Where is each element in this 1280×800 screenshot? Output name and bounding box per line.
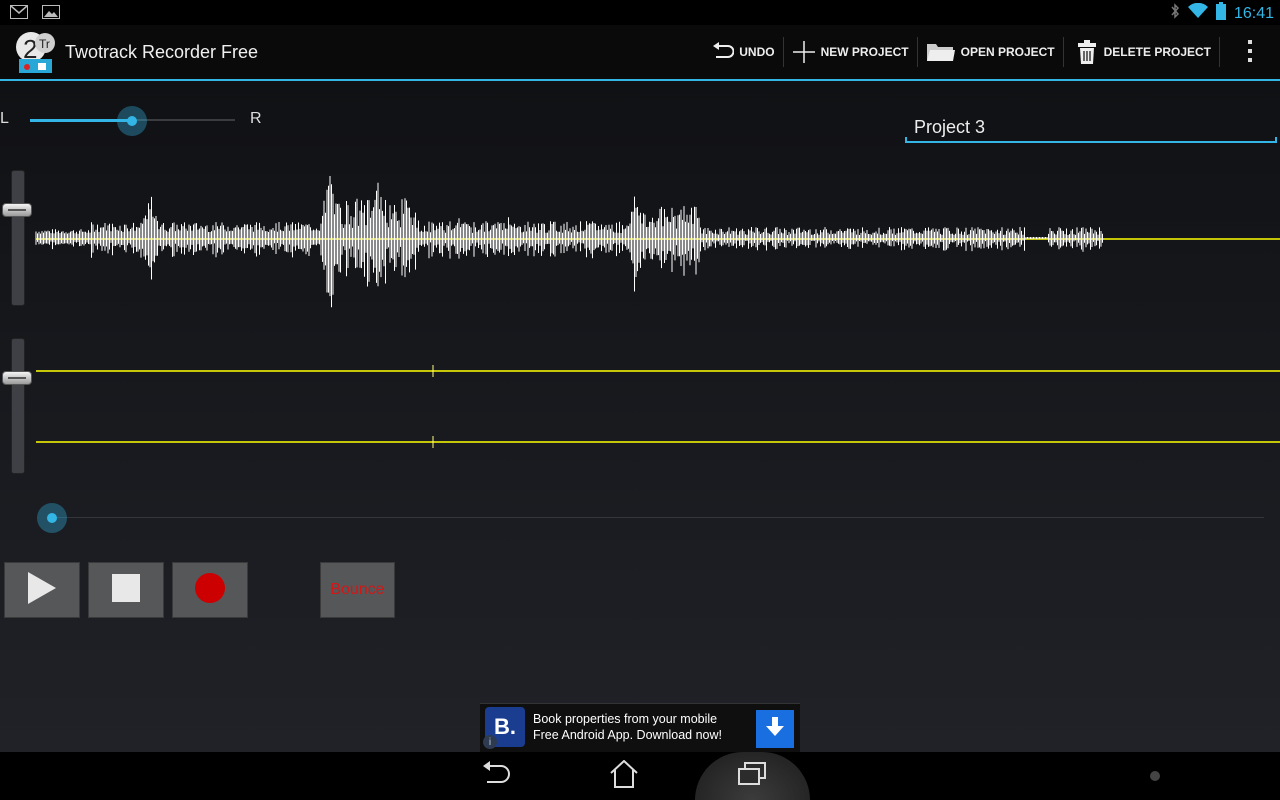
stop-icon xyxy=(112,573,140,607)
status-clock: 16:41 xyxy=(1233,4,1274,22)
download-arrow-icon xyxy=(766,716,784,742)
ad-text: Book properties from your mobile Free An… xyxy=(533,711,722,743)
back-button[interactable] xyxy=(456,752,536,800)
back-icon xyxy=(481,760,511,792)
home-button[interactable] xyxy=(584,752,664,800)
app-title: Twotrack Recorder Free xyxy=(65,42,259,62)
action-bar: 2 Tr Twotrack Recorder Free UNDO NEW PRO… xyxy=(0,25,1280,81)
undo-label: UNDO xyxy=(739,45,775,59)
home-icon xyxy=(609,759,639,793)
waveform-path xyxy=(35,176,1103,308)
playhead-slider-track[interactable] xyxy=(52,517,1264,518)
record-icon xyxy=(194,572,226,609)
menu-dot-icon[interactable] xyxy=(1150,771,1160,781)
main-panel: L R Bounce xyxy=(0,81,1280,752)
ad-line-2: Free Android App. Download now! xyxy=(533,728,723,742)
app-icon[interactable]: 2 Tr xyxy=(14,31,56,73)
delete-project-label: DELETE PROJECT xyxy=(1103,45,1211,59)
stop-button[interactable] xyxy=(88,562,164,618)
ad-banner[interactable]: B. i Book properties from your mobile Fr… xyxy=(480,703,800,753)
tracks-area[interactable] xyxy=(0,81,1280,481)
action-bar-actions: UNDO NEW PROJECT OPEN PROJECT DELETE PRO… xyxy=(704,25,1280,79)
track-1-waveform xyxy=(35,176,1103,308)
overflow-menu-icon xyxy=(1247,39,1253,66)
ad-info-icon[interactable]: i xyxy=(483,735,497,749)
gallery-icon xyxy=(42,5,60,24)
play-icon xyxy=(27,571,57,609)
undo-button[interactable]: UNDO xyxy=(704,25,782,79)
bluetooth-icon xyxy=(1170,3,1180,24)
gmail-icon xyxy=(10,5,28,24)
ad-download-button[interactable] xyxy=(756,710,794,748)
ad-line-1: Book properties from your mobile xyxy=(533,712,718,726)
bounce-button[interactable]: Bounce xyxy=(320,562,395,618)
new-project-button[interactable]: NEW PROJECT xyxy=(784,25,917,79)
trash-icon xyxy=(1077,40,1096,64)
new-project-label: NEW PROJECT xyxy=(820,45,909,59)
battery-icon xyxy=(1215,2,1226,25)
recents-button[interactable] xyxy=(712,752,792,800)
undo-icon xyxy=(712,42,735,62)
play-button[interactable] xyxy=(4,562,80,618)
app-icon-sub: Tr xyxy=(39,37,50,51)
navigation-bar xyxy=(0,752,1280,800)
wifi-icon xyxy=(1187,2,1208,24)
open-project-button[interactable]: OPEN PROJECT xyxy=(918,25,1063,79)
plus-icon xyxy=(792,40,816,64)
playhead-slider-thumb[interactable] xyxy=(37,503,67,533)
overflow-menu-button[interactable] xyxy=(1220,25,1280,79)
status-bar: 16:41 xyxy=(0,0,1280,25)
open-project-label: OPEN PROJECT xyxy=(960,45,1055,59)
record-button[interactable] xyxy=(172,562,248,618)
folder-icon xyxy=(926,41,956,63)
delete-project-button[interactable]: DELETE PROJECT xyxy=(1064,25,1219,79)
recents-icon xyxy=(737,761,767,791)
